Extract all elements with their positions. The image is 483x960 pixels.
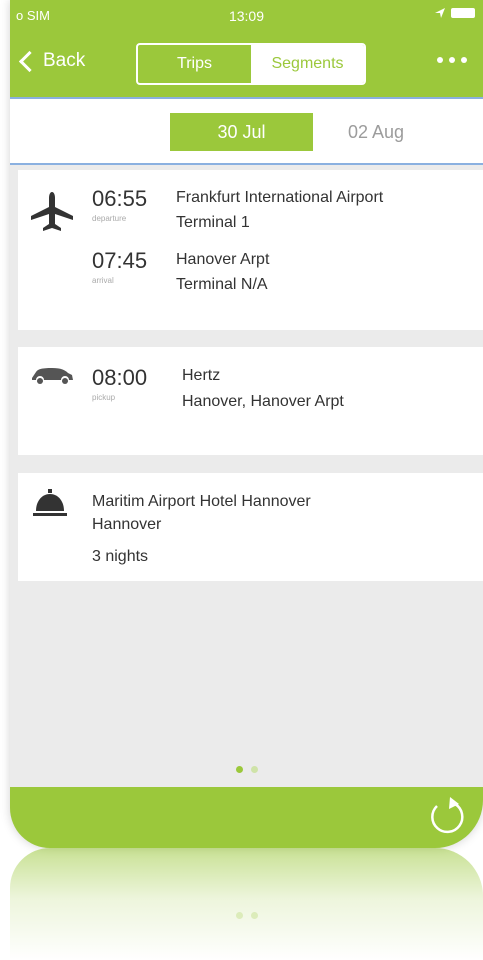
more-dot-icon	[461, 57, 467, 63]
departure-terminal: Terminal 1	[176, 214, 250, 231]
rental-company: Hertz	[182, 367, 221, 384]
hotel-card[interactable]: Maritim Airport Hotel Hannover Hannover …	[18, 473, 483, 581]
hotel-bell-icon	[33, 489, 67, 516]
hotel-nights: 3 nights	[92, 548, 149, 565]
reflection-dots	[10, 912, 483, 919]
reflection-dot	[250, 912, 258, 919]
date-tab-next[interactable]: 02 Aug	[348, 113, 404, 151]
pickup-location: Hanover, Hanover Arpt	[182, 393, 344, 410]
car-icon	[32, 368, 73, 384]
tab-trips[interactable]: Trips	[138, 45, 251, 83]
date-tab-active[interactable]: 30 Jul	[170, 113, 313, 151]
more-dot-icon	[449, 57, 455, 63]
arrival-time: 07:45	[92, 248, 148, 273]
back-label: Back	[43, 50, 86, 71]
tab-segments[interactable]: Segments	[251, 45, 364, 83]
navigation-bar: o SIM 13:09 Back Trips Segments	[10, 0, 483, 97]
hotel-name: Maritim Airport Hotel Hannover	[92, 493, 311, 510]
back-button[interactable]: Back	[18, 50, 86, 73]
departure-time: 06:55	[92, 186, 148, 211]
more-options-button[interactable]	[437, 57, 467, 63]
status-indicators	[435, 8, 475, 18]
hotel-city: Hannover	[92, 516, 162, 533]
flight-segment-card[interactable]: 06:55 departure Frankfurt International …	[18, 170, 483, 330]
status-time: 13:09	[228, 8, 265, 24]
page-dot[interactable]	[250, 766, 258, 773]
refresh-icon[interactable]	[425, 795, 469, 839]
view-segmented-control: Trips Segments	[136, 43, 366, 85]
pickup-time: 08:00	[92, 365, 148, 390]
airplane-icon	[31, 192, 73, 231]
more-dot-icon	[437, 57, 443, 63]
date-selector: 30 Jul 02 Aug	[10, 97, 483, 165]
battery-icon	[451, 8, 475, 18]
status-bar: o SIM 13:09	[10, 0, 483, 26]
chevron-left-icon	[18, 50, 41, 73]
phone-screen: o SIM 13:09 Back Trips Segments 30 Jul 0…	[10, 0, 483, 848]
car-rental-card[interactable]: 08:00 pickup Hertz Hanover, Hanover Arpt	[18, 347, 483, 455]
reflection-dot	[235, 912, 243, 919]
departure-label: departure	[92, 214, 127, 223]
arrival-terminal: Terminal N/A	[176, 276, 268, 293]
arrival-airport: Hanover Arpt	[176, 251, 270, 268]
pickup-label: pickup	[92, 393, 116, 402]
page-indicator	[10, 766, 483, 773]
arrival-label: arrival	[92, 276, 114, 285]
location-arrow-icon	[435, 8, 445, 18]
screen-reflection	[10, 848, 483, 960]
bottom-toolbar	[10, 787, 483, 848]
departure-airport: Frankfurt International Airport	[176, 189, 384, 206]
page-dot-active[interactable]	[235, 766, 243, 773]
